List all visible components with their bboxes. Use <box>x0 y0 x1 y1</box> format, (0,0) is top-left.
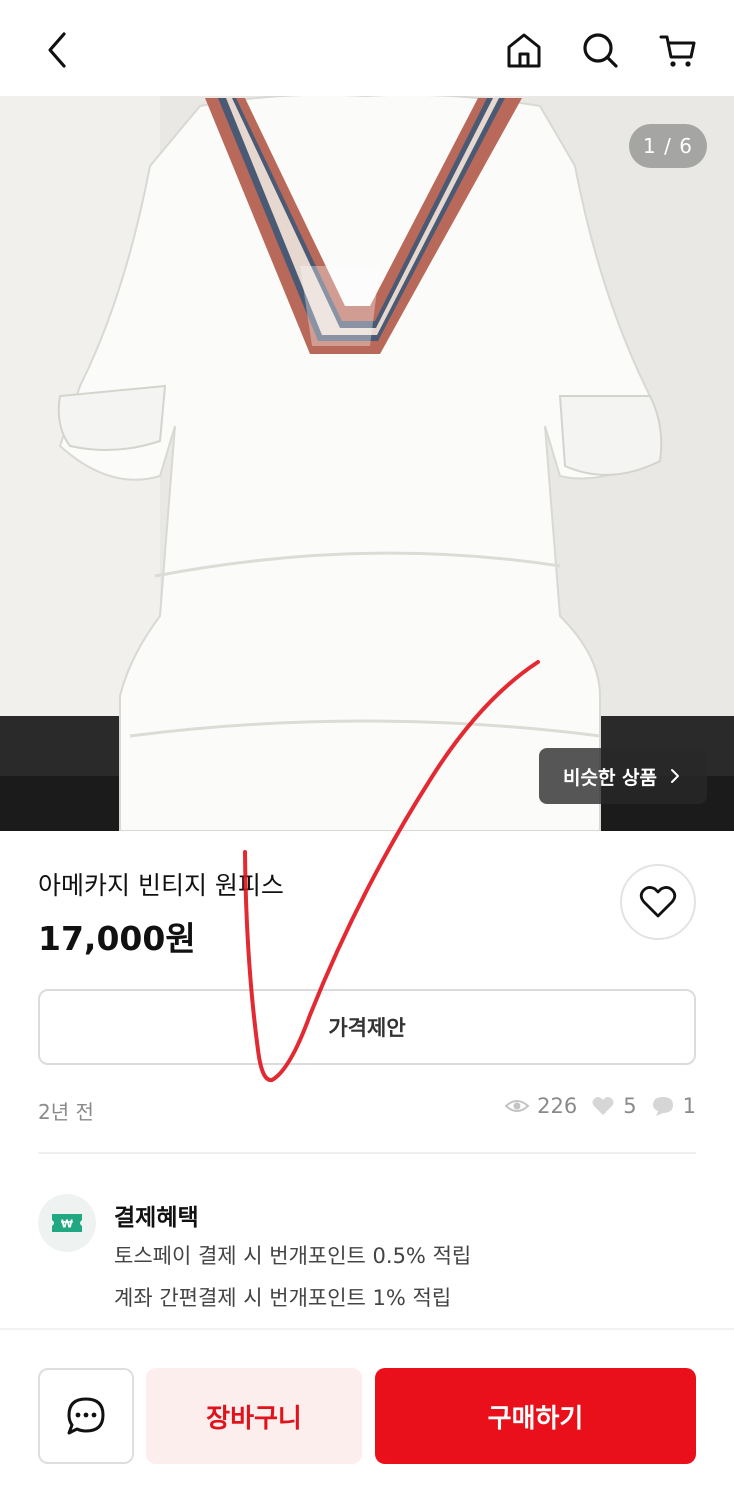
product-image-gallery[interactable]: 1 / 6 비슷한 상품 <box>0 96 734 831</box>
product-stats: 226 5 1 <box>499 1094 696 1118</box>
benefit-account-pay: 계좌 간편결제 시 번개포인트 1% 적립 <box>114 1286 452 1310</box>
views-count: 226 <box>537 1094 578 1118</box>
product-title: 아메카지 빈티지 원피스 <box>38 871 284 900</box>
top-navigation-bar <box>0 0 734 96</box>
back-button[interactable] <box>32 24 84 76</box>
chat-button[interactable] <box>38 1368 134 1464</box>
heart-filled-icon <box>592 1097 614 1115</box>
chat-icon <box>67 1397 105 1435</box>
svg-text:₩: ₩ <box>61 1218 73 1231</box>
search-icon <box>583 33 618 68</box>
payment-benefit-icon: ₩ <box>38 1194 96 1252</box>
cart-icon <box>659 35 696 67</box>
search-button[interactable] <box>574 24 626 76</box>
won-ticket-icon: ₩ <box>52 1214 82 1232</box>
bottom-action-bar: 장바구니 구매하기 <box>0 1328 734 1500</box>
add-to-cart-button[interactable]: 장바구니 <box>146 1368 362 1464</box>
chevron-left-icon <box>48 32 66 68</box>
home-button[interactable] <box>498 24 550 76</box>
chats-count: 1 <box>682 1094 696 1118</box>
chevron-right-icon <box>671 769 679 783</box>
views-stat: 226 <box>505 1094 577 1118</box>
heart-icon <box>639 886 677 918</box>
product-photo <box>0 96 734 831</box>
like-button[interactable] <box>620 864 696 940</box>
likes-count: 5 <box>623 1094 637 1118</box>
similar-products-button[interactable]: 비슷한 상품 <box>539 748 707 804</box>
cart-button[interactable] <box>652 24 704 76</box>
section-divider <box>38 1152 696 1154</box>
similar-products-label: 비슷한 상품 <box>562 766 657 789</box>
product-price: 17,000원 <box>38 919 196 958</box>
eye-icon <box>505 1100 530 1112</box>
benefit-title: 결제혜택 <box>114 1205 199 1231</box>
buy-now-button[interactable]: 구매하기 <box>375 1368 696 1464</box>
image-counter: 1 / 6 <box>629 124 707 168</box>
chat-bubble-icon <box>652 1097 673 1116</box>
price-offer-button[interactable]: 가격제안 <box>38 989 696 1065</box>
posted-time: 2년 전 <box>38 1100 94 1124</box>
chats-stat: 1 <box>651 1094 696 1118</box>
benefit-toss-pay: 토스페이 결제 시 번개포인트 0.5% 적립 <box>114 1244 472 1268</box>
home-icon <box>507 33 541 68</box>
likes-stat: 5 <box>591 1094 637 1118</box>
